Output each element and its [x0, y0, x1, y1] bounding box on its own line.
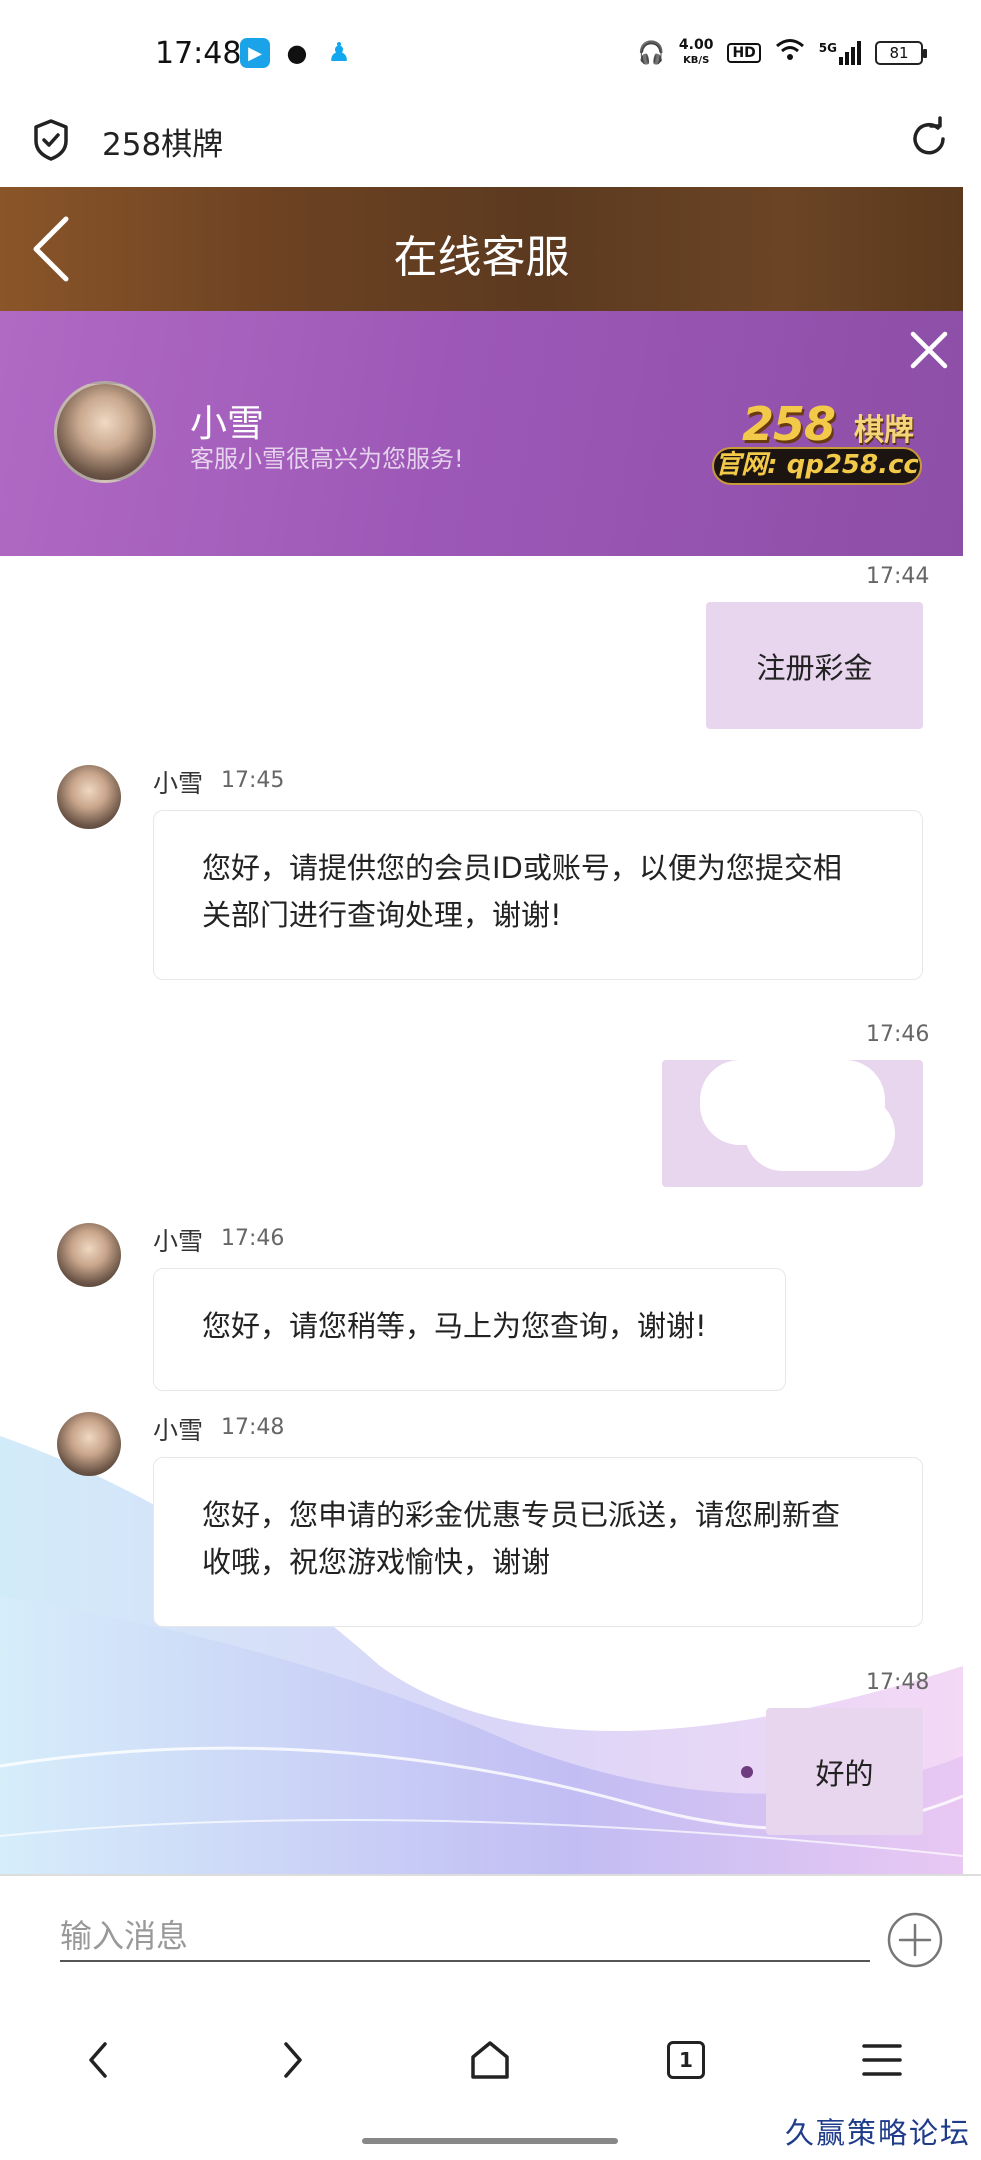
- site-title[interactable]: 258棋牌: [102, 119, 223, 164]
- chevron-left-icon: [89, 2042, 107, 2078]
- brand-logo: 258 棋牌 官网: qp258.cc: [712, 397, 922, 487]
- agent-message-bubble[interactable]: 您好，请您稍等，马上为您查询，谢谢!: [153, 1268, 786, 1391]
- hd-icon: HD: [727, 43, 761, 63]
- agent-name: 小雪: [153, 769, 204, 798]
- qq-icon: ♟: [327, 38, 351, 68]
- notification-icons: ▶ ● ♟: [240, 38, 354, 68]
- close-icon[interactable]: [905, 326, 953, 374]
- message-time: 17:44: [866, 564, 930, 589]
- user-message-bubble[interactable]: 注册彩金: [706, 602, 923, 729]
- agent-name: 小雪: [153, 1227, 204, 1256]
- status-time: 17:48: [155, 36, 242, 71]
- menu-icon: [862, 2044, 902, 2076]
- brand-site: 官网: qp258.cc: [712, 447, 922, 485]
- watermark-text: 久赢策略论坛: [785, 2116, 972, 2150]
- home-indicator[interactable]: [362, 2138, 618, 2144]
- brand-number: 258: [742, 397, 836, 451]
- add-icon[interactable]: [886, 1911, 944, 1969]
- chat-header: 在线客服: [0, 187, 981, 311]
- video-app-icon: ▶: [240, 38, 270, 68]
- message-input[interactable]: [60, 1912, 870, 1962]
- agent-avatar: [54, 381, 156, 483]
- shield-icon[interactable]: [33, 119, 69, 161]
- message-input-bar: [0, 1874, 981, 1992]
- tabs-icon: 1: [667, 2041, 705, 2079]
- nav-back-button[interactable]: [68, 2030, 128, 2090]
- agent-message-bubble[interactable]: 您好，请提供您的会员ID或账号，以便为您提交相 关部门进行查询处理，谢谢!: [153, 810, 923, 980]
- chevron-right-icon: [284, 2042, 302, 2078]
- status-bar: 17:48 ▶ ● ♟ 🎧 4.00 KB/S HD 5G 81: [0, 0, 981, 105]
- user-message-bubble[interactable]: 好的: [766, 1708, 923, 1835]
- tab-count: 1: [679, 2048, 693, 2072]
- nav-tabs-button[interactable]: 1: [656, 2030, 716, 2090]
- page-edge: [963, 187, 981, 1877]
- nav-home-button[interactable]: [460, 2030, 520, 2090]
- reload-icon[interactable]: [905, 115, 953, 163]
- system-icons: 🎧 4.00 KB/S HD 5G 81: [637, 37, 927, 68]
- nav-menu-button[interactable]: [852, 2030, 912, 2090]
- wifi-icon: [775, 38, 805, 68]
- message-time: 17:48: [866, 1670, 930, 1695]
- agent-name: 小雪: [153, 1416, 204, 1445]
- nav-forward-button[interactable]: [263, 2030, 323, 2090]
- wechat-icon: ●: [286, 39, 308, 67]
- signal-icon: 5G: [819, 41, 861, 65]
- agent-message-bubble[interactable]: 您好，您申请的彩金优惠专员已派送，请您刷新查 收哦，祝您游戏愉快，谢谢: [153, 1457, 923, 1627]
- agent-avatar: [57, 1412, 121, 1476]
- agent-banner: 小雪 客服小雪很高兴为您服务! 258 棋牌 官网: qp258.cc: [0, 311, 981, 556]
- home-icon: [471, 2041, 509, 2079]
- chat-title: 在线客服: [393, 232, 570, 283]
- browser-address-bar: 258棋牌: [0, 105, 981, 187]
- message-time: 17:46: [221, 1226, 285, 1251]
- agent-avatar: [57, 765, 121, 829]
- network-speed: 4.00 KB/S: [678, 37, 714, 66]
- chat-message-list[interactable]: 17:44 注册彩金 小雪 17:45 您好，请提供您的会员ID或账号，以便为您…: [0, 556, 963, 1874]
- headphones-icon: 🎧: [637, 40, 665, 66]
- read-status-dot: [741, 1766, 753, 1778]
- message-time: 17:46: [866, 1022, 930, 1047]
- agent-avatar: [57, 1223, 121, 1287]
- browser-bottom-nav: 1 久赢策略论坛: [0, 1992, 981, 2160]
- redaction-blob: [745, 1096, 895, 1171]
- message-time: 17:48: [221, 1415, 285, 1440]
- message-time: 17:45: [221, 768, 285, 793]
- battery-icon: 81: [875, 41, 927, 65]
- agent-greeting: 客服小雪很高兴为您服务!: [190, 445, 464, 473]
- brand-name: 棋牌: [854, 413, 914, 448]
